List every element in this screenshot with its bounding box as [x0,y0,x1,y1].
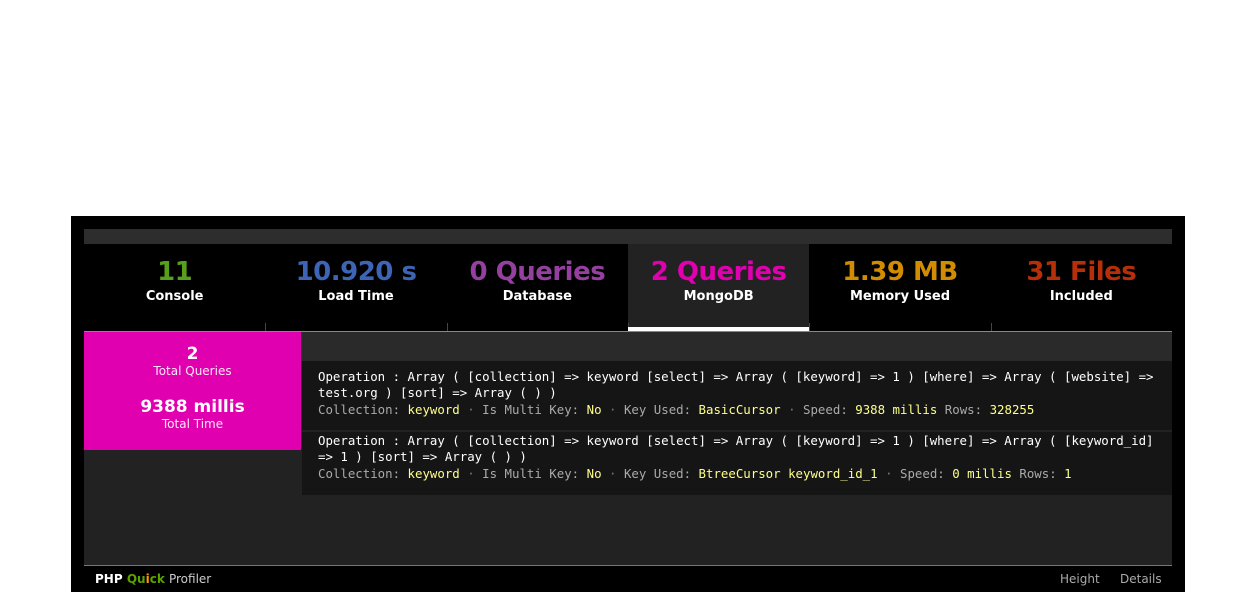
separator-dot: · [467,466,475,481]
mongodb-summary: 2 Total Queries 9388 millis Total Time [84,332,301,450]
profiler-brand: PHP Quick Profiler [95,572,211,586]
brand-ck: ck [149,572,165,586]
speed-label: Speed: [803,402,848,417]
separator-dot: · [609,402,617,417]
tab-memory-value: 1.39 MB [842,257,958,287]
tab-console[interactable]: 11 Console [84,244,266,331]
keyused-label: Key Used: [623,466,692,481]
tab-mongodb[interactable]: 2 Queries MongoDB [627,244,810,331]
separator-dot: · [609,466,617,481]
query-list-header [301,332,1172,361]
multikey-label: Is Multi Key: [482,402,580,417]
tab-load-time-value: 10.920 s [295,257,417,287]
total-queries-value: 2 [186,344,199,364]
keyused-label: Key Used: [623,402,692,417]
height-link[interactable]: Height [1060,572,1100,586]
profiler-tabs: 11 Console 10.920 s Load Time 0 Queries … [84,244,1172,331]
mongodb-panel: 2 Total Queries 9388 millis Total Time O… [84,332,1172,565]
query-operation: Operation : Array ( [collection] => keyw… [318,433,1154,464]
separator-dot: · [467,402,475,417]
speed-value: 0 millis [952,466,1012,481]
tab-database-value: 0 Queries [469,257,606,287]
rows-value: 328255 [989,402,1035,417]
tab-files-label: Included [1049,289,1113,304]
multikey-value: No [586,402,602,417]
rows-label: Rows: [1019,466,1057,481]
separator-dot: · [788,402,796,417]
brand-php: PHP [95,572,123,586]
brand-qu: Qu [126,572,146,586]
speed-value: 9388 millis [855,402,938,417]
tab-memory[interactable]: 1.39 MB Memory Used [809,244,991,331]
total-queries-label: Total Queries [153,364,232,378]
details-link[interactable]: Details [1120,572,1162,586]
tab-files-value: 31 Files [1026,257,1137,287]
tab-load-time-label: Load Time [318,289,394,304]
keyused-value: BasicCursor [698,402,781,417]
profiler-footer: PHP Quick Profiler Height Details [84,566,1172,592]
tab-memory-label: Memory Used [849,289,950,304]
separator-dot: · [885,466,893,481]
collection-value: keyword [407,466,460,481]
query-meta: Collection: keyword · Is Multi Key: No ·… [318,466,1160,482]
php-quick-profiler: 11 Console 10.920 s Load Time 0 Queries … [71,216,1185,592]
tab-mongodb-label: MongoDB [683,289,754,304]
total-time-label: Total Time [161,417,224,431]
tab-files[interactable]: 31 Files Included [990,244,1172,331]
speed-label: Speed: [900,466,945,481]
tab-mongodb-value: 2 Queries [650,257,787,287]
profiler-inner: 11 Console 10.920 s Load Time 0 Queries … [84,229,1172,592]
profiler-top-strip [84,229,1172,244]
query-operation: Operation : Array ( [collection] => keyw… [318,369,1154,400]
query-row: Operation : Array ( [collection] => keyw… [302,361,1172,430]
brand-profiler: Profiler [168,572,212,586]
query-meta: Collection: keyword · Is Multi Key: No ·… [318,402,1160,418]
query-row: Operation : Array ( [collection] => keyw… [302,432,1172,495]
tab-database[interactable]: 0 Queries Database [446,244,628,331]
total-time-value: 9388 millis [140,397,245,417]
keyused-value: BtreeCursor keyword_id_1 [698,466,878,481]
tab-database-label: Database [502,289,572,304]
collection-label: Collection: [318,466,401,481]
rows-value: 1 [1064,466,1072,481]
multikey-label: Is Multi Key: [482,466,580,481]
collection-label: Collection: [318,402,401,417]
tab-console-value: 11 [157,257,193,287]
rows-label: Rows: [944,402,983,417]
query-list[interactable]: Operation : Array ( [collection] => keyw… [301,332,1172,495]
tab-console-label: Console [145,289,204,304]
multikey-value: No [586,466,602,481]
collection-value: keyword [407,402,460,417]
tab-load-time[interactable]: 10.920 s Load Time [265,244,447,331]
